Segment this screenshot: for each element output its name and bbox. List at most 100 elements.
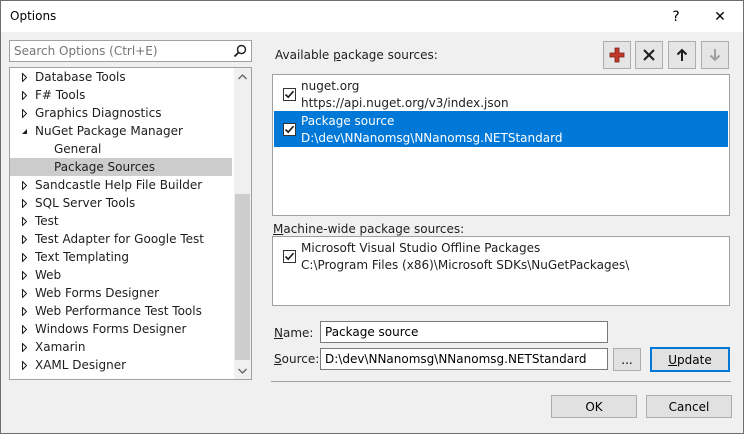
- tree-item-label: Web Forms Designer: [35, 286, 160, 300]
- tree-item-label: Web: [35, 268, 62, 282]
- tree-scrollbar[interactable]: [234, 68, 251, 379]
- scroll-thumb[interactable]: [235, 194, 250, 360]
- footer-separator: [271, 381, 731, 382]
- enabled-checkbox[interactable]: [283, 123, 296, 136]
- browse-button[interactable]: ...: [613, 348, 641, 371]
- source-name: Microsoft Visual Studio Offline Packages: [301, 241, 541, 255]
- chevron-down-icon: [238, 368, 247, 374]
- add-source-button[interactable]: [603, 41, 631, 69]
- help-button[interactable]: ?: [653, 1, 699, 32]
- arrow-up-icon: [676, 48, 688, 61]
- collapsed-arrow-icon[interactable]: [18, 68, 30, 86]
- available-sources-list[interactable]: nuget.org https://api.nuget.org/v3/index.…: [272, 74, 730, 216]
- source-url: https://api.nuget.org/v3/index.json: [301, 96, 509, 110]
- scroll-up-button[interactable]: [234, 68, 251, 85]
- collapsed-arrow-icon[interactable]: [18, 104, 30, 122]
- tree-item-label: Test: [35, 214, 59, 228]
- tree-item-label: Xamarin: [35, 340, 86, 354]
- search-input[interactable]: [10, 41, 230, 61]
- close-icon: ✕: [714, 8, 726, 25]
- package-source-item[interactable]: Package source D:\dev\NNanomsg\NNanomsg.N…: [274, 111, 728, 147]
- options-dialog: Options ? ✕ Database Tools F# Tools Graphi…: [0, 0, 744, 434]
- machine-wide-sources-list[interactable]: Microsoft Visual Studio Offline Packages…: [272, 236, 730, 306]
- move-down-button[interactable]: [701, 41, 729, 69]
- enabled-checkbox[interactable]: [283, 250, 296, 263]
- search-box: [9, 40, 252, 62]
- collapsed-arrow-icon[interactable]: [18, 302, 30, 320]
- tree-item-label: Test Adapter for Google Test: [35, 232, 204, 246]
- collapsed-arrow-icon[interactable]: [18, 284, 30, 302]
- tree-item-label: Package Sources: [54, 160, 156, 174]
- tree-item[interactable]: Package Sources: [10, 158, 232, 176]
- collapsed-arrow-icon[interactable]: [18, 194, 30, 212]
- tree-item-label: NuGet Package Manager: [35, 124, 183, 138]
- tree-item[interactable]: SQL Server Tools: [10, 194, 232, 212]
- collapsed-arrow-icon[interactable]: [18, 338, 30, 356]
- tree-item[interactable]: Text Templating: [10, 248, 232, 266]
- tree-item[interactable]: Web Performance Test Tools: [10, 302, 232, 320]
- tree-item-label: Text Templating: [35, 250, 130, 264]
- source-url: D:\dev\NNanomsg\NNanomsg.NETStandard: [301, 131, 563, 145]
- options-tree[interactable]: Database Tools F# Tools Graphics Diagnosti…: [9, 67, 252, 380]
- tree-item[interactable]: Graphics Diagnostics: [10, 104, 232, 122]
- tree-item[interactable]: General: [10, 140, 232, 158]
- package-source-item[interactable]: Microsoft Visual Studio Offline Packages…: [274, 238, 728, 274]
- source-name: Package source: [301, 114, 395, 128]
- tree-item-label: Sandcastle Help File Builder: [35, 178, 203, 192]
- tree-item[interactable]: Web Forms Designer: [10, 284, 232, 302]
- remove-icon: [643, 49, 655, 61]
- collapsed-arrow-icon[interactable]: [18, 266, 30, 284]
- help-icon: ?: [672, 8, 680, 25]
- ok-button[interactable]: OK: [551, 395, 637, 418]
- collapsed-arrow-icon[interactable]: [18, 176, 30, 194]
- update-button-label: Update: [668, 352, 712, 367]
- update-button[interactable]: Update: [650, 347, 730, 372]
- search-icon[interactable]: [232, 43, 248, 59]
- tree-item-label: Windows Forms Designer: [35, 322, 187, 336]
- tree-item[interactable]: F# Tools: [10, 86, 232, 104]
- tree-item-label: Graphics Diagnostics: [35, 106, 162, 120]
- source-input[interactable]: [320, 348, 608, 370]
- tree-item[interactable]: Xamarin: [10, 338, 232, 356]
- available-sources-label: Available package sources:: [275, 48, 438, 62]
- collapsed-arrow-icon[interactable]: [18, 320, 30, 338]
- name-input[interactable]: [320, 321, 608, 343]
- tree-item[interactable]: NuGet Package Manager: [10, 122, 232, 140]
- tree-item-label: Database Tools: [35, 70, 126, 84]
- tree-item[interactable]: Test: [10, 212, 232, 230]
- move-up-button[interactable]: [668, 41, 696, 69]
- collapsed-arrow-icon[interactable]: [18, 230, 30, 248]
- tree-item[interactable]: Web: [10, 266, 232, 284]
- tree-item[interactable]: Sandcastle Help File Builder: [10, 176, 232, 194]
- source-name: nuget.org: [301, 79, 360, 93]
- tree-item[interactable]: Test Adapter for Google Test: [10, 230, 232, 248]
- cancel-button[interactable]: Cancel: [646, 395, 732, 418]
- package-source-item[interactable]: nuget.org https://api.nuget.org/v3/index.…: [274, 76, 728, 112]
- tree-item-label: XAML Designer: [35, 358, 127, 372]
- source-label: Source:: [274, 352, 320, 366]
- chevron-up-icon: [238, 73, 247, 79]
- collapsed-arrow-icon[interactable]: [18, 356, 30, 374]
- tree-item-label: Web Performance Test Tools: [35, 304, 202, 318]
- close-button[interactable]: ✕: [697, 1, 743, 32]
- collapsed-arrow-icon[interactable]: [18, 86, 30, 104]
- scroll-down-button[interactable]: [234, 362, 251, 379]
- remove-source-button[interactable]: [635, 41, 663, 69]
- tree-item-label: F# Tools: [35, 88, 86, 102]
- title-bar: Options ? ✕: [1, 1, 743, 32]
- enabled-checkbox[interactable]: [283, 88, 296, 101]
- machine-wide-sources-label: Machine-wide package sources:: [273, 222, 465, 236]
- tree-item[interactable]: Windows Forms Designer: [10, 320, 232, 338]
- collapsed-arrow-icon[interactable]: [18, 248, 30, 266]
- window-title: Options: [10, 9, 57, 23]
- tree-item-label: SQL Server Tools: [35, 196, 136, 210]
- collapsed-arrow-icon[interactable]: [18, 212, 30, 230]
- source-url: C:\Program Files (x86)\Microsoft SDKs\Nu…: [301, 258, 630, 272]
- tree-item[interactable]: XAML Designer: [10, 356, 232, 374]
- tree-item-label: General: [54, 142, 102, 156]
- name-label: Name:: [274, 326, 314, 340]
- expanded-arrow-icon[interactable]: [18, 122, 30, 140]
- arrow-down-icon: [709, 49, 721, 62]
- tree-item[interactable]: Database Tools: [10, 68, 232, 86]
- add-icon: [609, 47, 625, 63]
